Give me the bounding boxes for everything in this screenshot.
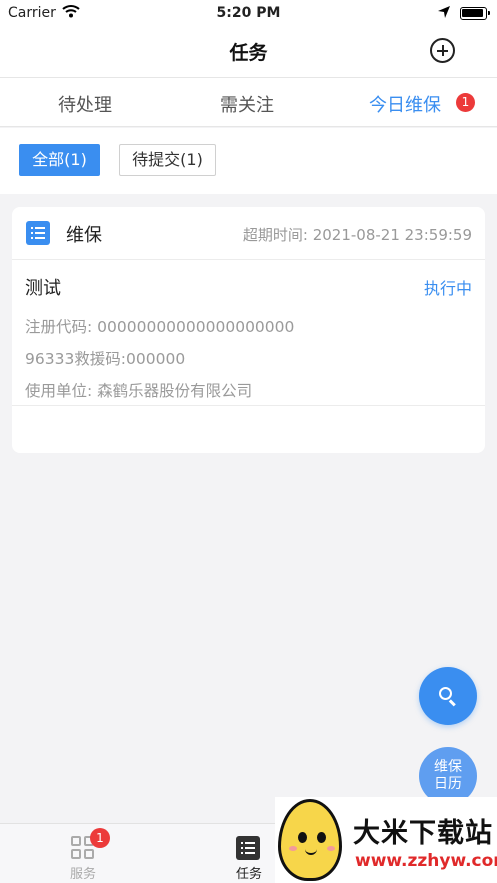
task-card[interactable]: 维保 超期时间: 2021-08-21 23:59:59 测试 执行中 注册代码… — [12, 207, 485, 453]
tab-pending[interactable]: 待处理 — [58, 91, 112, 117]
navigation-bar: 任务 — [0, 26, 497, 78]
status-badge: 执行中 — [423, 279, 472, 298]
add-circle-icon[interactable] — [430, 38, 455, 63]
page-title: 任务 — [229, 42, 268, 64]
calendar-label-line1: 维保 — [434, 759, 462, 775]
overdue-time: 超期时间: 2021-08-21 23:59:59 — [243, 224, 472, 245]
task-list-icon — [236, 836, 260, 860]
calendar-label-line2: 日历 — [434, 776, 462, 792]
task-card-header: 维保 超期时间: 2021-08-21 23:59:59 — [12, 207, 485, 260]
battery-icon — [460, 7, 490, 20]
service-count-badge: 1 — [90, 828, 110, 848]
list-icon — [26, 221, 50, 245]
search-icon — [439, 687, 452, 700]
task-card-body: 测试 执行中 注册代码: 00000000000000000000 96333救… — [12, 261, 485, 406]
clock: 5:20 PM — [216, 5, 281, 21]
task-tabs: 待处理 需关注 今日维保 1 — [0, 78, 497, 127]
filter-to-submit-button[interactable]: 待提交(1) — [119, 144, 216, 176]
tabbar-item-service[interactable]: 1 服务 — [33, 824, 133, 883]
tab-count-badge: 1 — [456, 93, 475, 112]
tabbar-label-service: 服务 — [69, 867, 96, 882]
status-bar: Carrier 5:20 PM — [0, 0, 497, 26]
overdue-label: 超期时间: — [242, 226, 308, 244]
user-unit: 使用单位: 森鹤乐器股份有限公司 — [25, 382, 253, 400]
registration-code: 注册代码: 00000000000000000000 — [25, 318, 295, 336]
search-button[interactable] — [419, 667, 477, 725]
watermark-url: www.zzhyw.com — [355, 851, 497, 871]
watermark-title: 大米下载站 — [353, 818, 493, 849]
task-name: 测试 — [25, 278, 61, 299]
rescue-code: 96333救援码:000000 — [25, 350, 186, 368]
tab-today-maintenance[interactable]: 今日维保 — [369, 91, 441, 117]
filter-all-button[interactable]: 全部(1) — [19, 144, 100, 176]
location-arrow-icon — [437, 5, 451, 23]
tab-attention[interactable]: 需关注 — [220, 91, 274, 117]
task-type: 维保 — [66, 225, 102, 246]
site-watermark: 大米下载站 www.zzhyw.com — [275, 797, 497, 883]
overdue-value: 2021-08-21 23:59:59 — [312, 226, 472, 244]
filter-bar: 全部(1) 待提交(1) — [0, 128, 497, 194]
mascot-logo-icon — [278, 799, 342, 881]
